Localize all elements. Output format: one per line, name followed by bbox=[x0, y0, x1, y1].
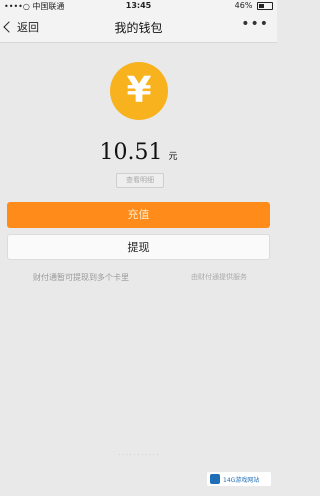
page-title: 我的钱包 bbox=[114, 21, 163, 35]
provider-info: 由财付通提供服务 bbox=[191, 273, 247, 281]
battery-percent: 46% bbox=[234, 1, 253, 10]
view-details-link[interactable]: 查看明细 bbox=[116, 173, 164, 188]
watermark-text: 14G游戏网站 bbox=[223, 476, 260, 484]
balance-unit: 元 bbox=[168, 152, 178, 162]
balance-amount: 10.51 bbox=[99, 140, 163, 165]
battery-status: 46% bbox=[235, 1, 273, 10]
watermark: 14G游戏网站 bbox=[207, 472, 271, 486]
withdraw-button[interactable]: 提现 bbox=[7, 234, 270, 260]
withdraw-info-link[interactable]: 财付通暂可提现到多个卡里 bbox=[33, 272, 129, 283]
nav-bar: 返回 我的钱包 ••• bbox=[0, 12, 277, 43]
balance-display: 10.51 元 bbox=[0, 140, 277, 165]
battery-icon bbox=[257, 1, 273, 10]
status-bar: ••••○ 中国联通 13:45 46% bbox=[0, 0, 277, 12]
watermark-logo-icon bbox=[210, 474, 220, 484]
footer-text: · · · · · · · · · · · bbox=[118, 452, 159, 459]
more-options-button[interactable]: ••• bbox=[241, 16, 269, 32]
recharge-button[interactable]: 充值 bbox=[7, 202, 270, 228]
yuan-coin-icon: ¥ bbox=[110, 62, 168, 120]
currency-symbol: ¥ bbox=[126, 70, 152, 111]
